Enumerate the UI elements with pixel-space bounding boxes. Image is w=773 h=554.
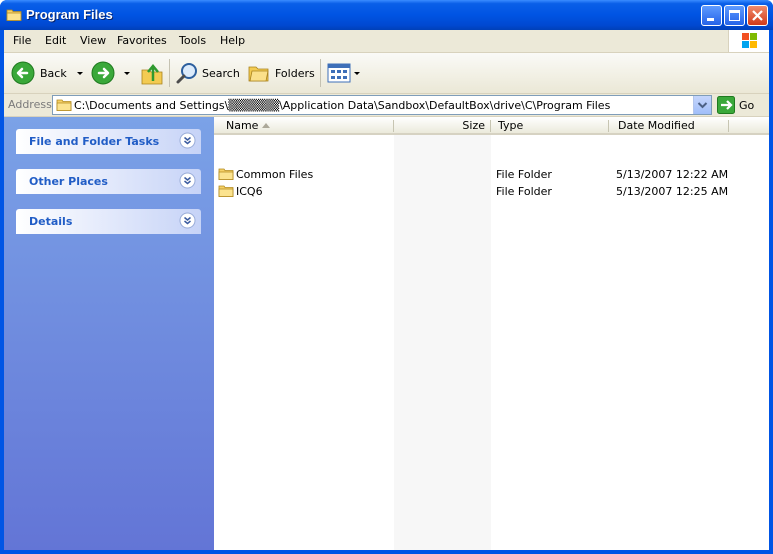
task-panel-file-folder-tasks[interactable]: File and Folder Tasks bbox=[16, 129, 201, 154]
menu-file[interactable]: File bbox=[13, 34, 31, 47]
chevron-expand-icon[interactable] bbox=[179, 212, 196, 229]
views-icon bbox=[327, 63, 351, 83]
close-button[interactable] bbox=[747, 5, 768, 26]
address-dropdown-button[interactable] bbox=[693, 96, 711, 114]
menu-favorites[interactable]: Favorites bbox=[117, 34, 167, 47]
chevron-down-icon bbox=[697, 102, 708, 109]
up-folder-icon bbox=[141, 64, 163, 85]
sort-ascending-icon bbox=[262, 123, 270, 128]
file-name: Common Files bbox=[236, 168, 314, 181]
go-arrow-icon bbox=[717, 96, 735, 114]
table-row[interactable]: Common Files File Folder 5/13/2007 12:22… bbox=[214, 166, 769, 183]
chevron-expand-icon[interactable] bbox=[179, 132, 196, 149]
windows-flag-icon bbox=[742, 33, 757, 48]
file-list[interactable]: Name Size Type Date Modified Common File… bbox=[214, 117, 769, 550]
close-icon bbox=[752, 10, 763, 21]
column-header-size[interactable]: Size bbox=[394, 117, 491, 135]
go-label: Go bbox=[739, 98, 755, 112]
menu-help[interactable]: Help bbox=[220, 34, 245, 47]
task-panel-details[interactable]: Details bbox=[16, 209, 201, 234]
back-dropdown-icon[interactable] bbox=[73, 68, 87, 78]
column-header-type[interactable]: Type bbox=[491, 117, 609, 135]
menu-view[interactable]: View bbox=[80, 34, 106, 47]
toolbar-separator bbox=[320, 59, 321, 87]
search-label: Search bbox=[202, 66, 240, 80]
address-label: Address bbox=[8, 98, 52, 111]
explorer-window: Program Files File Edit View Favorites T… bbox=[0, 0, 773, 554]
search-button[interactable]: Search bbox=[175, 59, 240, 87]
task-pane: File and Folder Tasks Other Places Detai… bbox=[4, 117, 214, 550]
column-size-label: Size bbox=[462, 119, 485, 132]
column-header-filler bbox=[729, 117, 769, 135]
forward-dropdown-icon[interactable] bbox=[120, 68, 134, 78]
folder-icon bbox=[218, 168, 234, 180]
toolbar: Back Search Folders bbox=[4, 53, 769, 94]
toolbar-separator bbox=[169, 59, 170, 87]
address-bar: Address C:\Documents and Settings\▒▒▒▒▒▒… bbox=[4, 94, 769, 117]
table-row[interactable]: ICQ6 File Folder 5/13/2007 12:25 AM bbox=[214, 183, 769, 200]
folder-icon bbox=[6, 9, 22, 21]
forward-arrow-icon bbox=[91, 61, 115, 85]
maximize-icon bbox=[729, 10, 740, 21]
folder-icon bbox=[56, 99, 72, 111]
address-input[interactable]: C:\Documents and Settings\▒▒▒▒▒▒\Applica… bbox=[52, 95, 712, 115]
file-date: 5/13/2007 12:22 AM bbox=[616, 168, 729, 181]
windows-logo bbox=[728, 30, 769, 52]
file-type: File Folder bbox=[496, 185, 552, 198]
back-label: Back bbox=[40, 66, 67, 80]
minimize-icon bbox=[707, 18, 714, 21]
window-client: File Edit View Favorites Tools Help Back… bbox=[4, 30, 769, 550]
task-panel-title: Details bbox=[29, 215, 73, 228]
window-title: Program Files bbox=[26, 7, 113, 22]
menu-bar: File Edit View Favorites Tools Help bbox=[4, 30, 769, 53]
file-date: 5/13/2007 12:25 AM bbox=[616, 185, 729, 198]
file-type: File Folder bbox=[496, 168, 552, 181]
maximize-button[interactable] bbox=[724, 5, 745, 26]
back-button[interactable]: Back bbox=[10, 59, 87, 87]
folders-label: Folders bbox=[275, 66, 315, 80]
views-dropdown-icon[interactable] bbox=[353, 68, 361, 78]
column-type-label: Type bbox=[498, 119, 524, 132]
column-date-label: Date Modified bbox=[618, 119, 695, 132]
views-button[interactable] bbox=[327, 59, 361, 87]
column-header-date-modified[interactable]: Date Modified bbox=[609, 117, 729, 135]
menu-edit[interactable]: Edit bbox=[45, 34, 66, 47]
folder-icon bbox=[218, 185, 234, 197]
task-panel-title: Other Places bbox=[29, 175, 108, 188]
address-path: C:\Documents and Settings\▒▒▒▒▒▒\Applica… bbox=[74, 99, 611, 112]
title-bar[interactable]: Program Files bbox=[0, 0, 773, 30]
minimize-button[interactable] bbox=[701, 5, 722, 26]
chevron-expand-icon[interactable] bbox=[179, 172, 196, 189]
folders-button[interactable]: Folders bbox=[247, 59, 315, 87]
forward-button[interactable] bbox=[90, 59, 134, 87]
up-folder-button[interactable] bbox=[140, 59, 164, 87]
back-arrow-icon bbox=[11, 61, 35, 85]
column-header-name[interactable]: Name bbox=[214, 117, 394, 135]
task-panel-other-places[interactable]: Other Places bbox=[16, 169, 201, 194]
search-icon bbox=[176, 63, 197, 84]
folders-icon bbox=[248, 66, 269, 82]
task-panel-title: File and Folder Tasks bbox=[29, 135, 160, 148]
menu-tools[interactable]: Tools bbox=[179, 34, 206, 47]
go-button[interactable]: Go bbox=[717, 95, 767, 115]
file-name: ICQ6 bbox=[236, 185, 263, 198]
column-name-label: Name bbox=[226, 119, 259, 132]
